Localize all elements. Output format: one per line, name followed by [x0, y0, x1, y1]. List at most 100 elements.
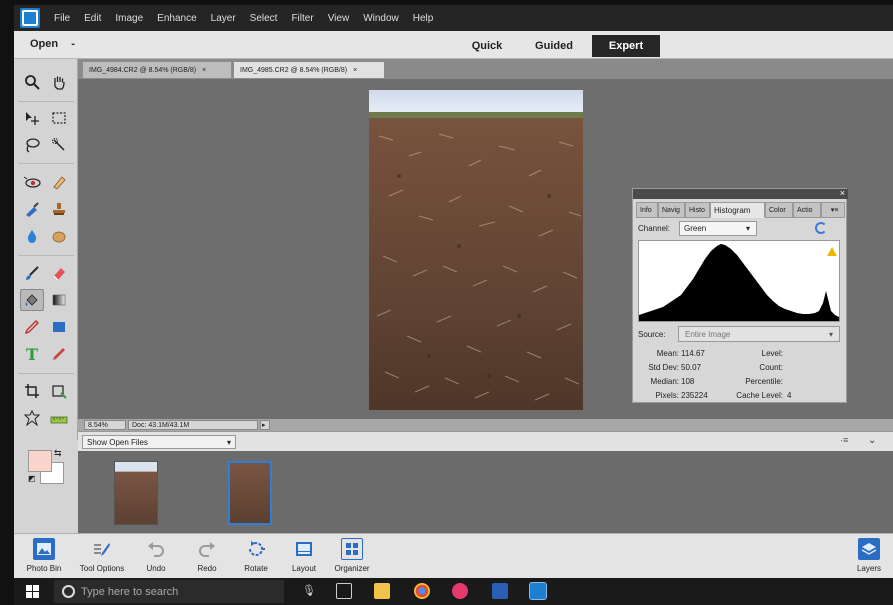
menu-layer[interactable]: Layer: [211, 13, 236, 24]
zoom-level[interactable]: 8.54%: [84, 420, 126, 430]
menu-view[interactable]: View: [328, 13, 350, 24]
document-tab-active[interactable]: IMG_4985.CR2 @ 8.54% (RGB/8) ×: [233, 61, 385, 79]
tab-color[interactable]: Color: [765, 202, 793, 218]
redo-button[interactable]: Redo: [179, 538, 235, 573]
straighten-tool-icon[interactable]: [47, 407, 71, 429]
refresh-icon[interactable]: [815, 222, 827, 234]
channel-dropdown[interactable]: Green ▾: [679, 221, 757, 236]
marquee-tool-icon[interactable]: [47, 107, 71, 129]
menu-select[interactable]: Select: [250, 13, 278, 24]
open-dropdown-arrow[interactable]: -: [71, 38, 75, 50]
taskbar-search-box[interactable]: Type here to search: [54, 580, 284, 603]
menu-image[interactable]: Image: [115, 13, 143, 24]
organizer-button[interactable]: Organizer: [324, 538, 380, 573]
zoom-tool-icon[interactable]: [20, 71, 44, 93]
organizer-label: Organizer: [334, 564, 370, 573]
stat-std-dev-value: 50.07: [681, 363, 702, 372]
stat-median-value: 108: [681, 377, 695, 386]
photoshop-elements-taskbar-icon[interactable]: [529, 582, 547, 600]
chevron-down-icon: ▾: [828, 329, 833, 339]
sponge-tool-icon[interactable]: [47, 225, 71, 247]
stat-pixels-label: Pixels:: [655, 391, 679, 400]
menu-help[interactable]: Help: [413, 13, 434, 24]
tab-navigator[interactable]: Navig: [658, 202, 685, 218]
panel-title-bar[interactable]: ×: [633, 188, 848, 199]
status-menu-arrow-icon[interactable]: ▸: [260, 420, 270, 430]
source-label: Source:: [638, 330, 666, 339]
tab-guided[interactable]: Guided: [524, 35, 584, 57]
image-texture: [376, 133, 582, 401]
file-explorer-icon[interactable]: [374, 583, 390, 599]
tab-actions[interactable]: Actio: [793, 202, 821, 218]
blur-tool-icon[interactable]: [20, 225, 44, 247]
default-colors-icon[interactable]: ◩: [28, 474, 36, 483]
bin-menu-icon[interactable]: ·≡: [840, 435, 848, 445]
close-icon[interactable]: ×: [353, 67, 357, 74]
chevron-down-icon: ▾: [226, 437, 231, 447]
tab-quick[interactable]: Quick: [458, 35, 516, 57]
tab-expert[interactable]: Expert: [592, 35, 660, 57]
move-tool-icon[interactable]: [20, 107, 44, 129]
tab-histogram[interactable]: Histogram: [710, 202, 765, 218]
stat-mean-value: 114.67: [681, 349, 705, 358]
source-dropdown[interactable]: Entire Image ▾: [678, 326, 840, 342]
menu-file[interactable]: File: [54, 13, 70, 24]
shape-tool-icon[interactable]: [47, 316, 71, 338]
quick-selection-tool-icon[interactable]: [47, 134, 71, 156]
photo-bin-label: Photo Bin: [26, 564, 62, 573]
menu-bar: File Edit Image Enhance Layer Select Fil…: [14, 5, 893, 31]
swap-colors-icon[interactable]: ⇆: [54, 448, 62, 459]
warning-icon[interactable]: [827, 247, 837, 256]
eyedropper-tool-icon[interactable]: [20, 316, 44, 338]
tab-history[interactable]: Histo: [685, 202, 710, 218]
show-open-files-dropdown[interactable]: Show Open Files ▾: [82, 435, 236, 449]
layers-button[interactable]: Layers: [841, 538, 893, 573]
menu-edit[interactable]: Edit: [84, 13, 101, 24]
organizer-icon: [341, 538, 363, 560]
document-size: Doc: 43.1M/43.1M: [128, 420, 258, 430]
word-icon[interactable]: [492, 583, 508, 599]
menu-filter[interactable]: Filter: [291, 13, 313, 24]
paint-bucket-tool-icon[interactable]: [20, 289, 44, 311]
windows-start-icon[interactable]: [26, 585, 39, 601]
tool-options-button[interactable]: Tool Options: [74, 538, 130, 573]
chrome-icon[interactable]: [414, 583, 430, 599]
document-tab[interactable]: IMG_4984.CR2 @ 8.54% (RGB/8) ×: [82, 61, 232, 79]
tab-info[interactable]: Info: [636, 202, 658, 218]
foreground-color-swatch[interactable]: [28, 450, 52, 472]
type-tool-icon[interactable]: T: [20, 343, 44, 365]
bin-thumbnail[interactable]: [114, 461, 158, 525]
close-icon[interactable]: ×: [202, 67, 206, 74]
pencil-tool-icon[interactable]: [47, 343, 71, 365]
undo-button[interactable]: Undo: [128, 538, 184, 573]
clone-stamp-tool-icon[interactable]: [47, 198, 71, 220]
gradient-tool-icon[interactable]: [47, 289, 71, 311]
itunes-icon[interactable]: [452, 583, 468, 599]
photo-bin-button[interactable]: Photo Bin: [16, 538, 72, 573]
recompose-tool-icon[interactable]: [47, 380, 71, 402]
bin-thumbnail-selected[interactable]: [228, 461, 272, 525]
close-icon[interactable]: ×: [840, 188, 845, 198]
eraser-tool-icon[interactable]: [47, 262, 71, 284]
panel-menu-icon[interactable]: ▾≡: [821, 202, 845, 218]
crop-tool-icon[interactable]: [20, 380, 44, 402]
hand-tool-icon[interactable]: [47, 71, 71, 93]
task-view-icon[interactable]: [336, 583, 352, 599]
brush-tool-icon[interactable]: [20, 262, 44, 284]
spot-healing-tool-icon[interactable]: [20, 198, 44, 220]
smart-brush-tool-icon[interactable]: [47, 171, 71, 193]
red-eye-tool-icon[interactable]: [20, 171, 44, 193]
collapse-chevron-icon[interactable]: ⌄: [868, 435, 876, 446]
microphone-icon[interactable]: 🎙: [302, 584, 316, 597]
menu-window[interactable]: Window: [363, 13, 399, 24]
app-logo-icon[interactable]: [20, 8, 40, 28]
open-button[interactable]: Open -: [30, 38, 75, 50]
tool-divider: [18, 255, 74, 256]
cookie-cutter-tool-icon[interactable]: [20, 407, 44, 429]
stat-std-dev-label: Std Dev:: [648, 363, 679, 372]
show-open-files-label: Show Open Files: [87, 437, 148, 447]
lasso-tool-icon[interactable]: [20, 134, 44, 156]
canvas-image[interactable]: [369, 90, 583, 410]
tool-divider: [18, 163, 74, 164]
menu-enhance[interactable]: Enhance: [157, 13, 196, 24]
